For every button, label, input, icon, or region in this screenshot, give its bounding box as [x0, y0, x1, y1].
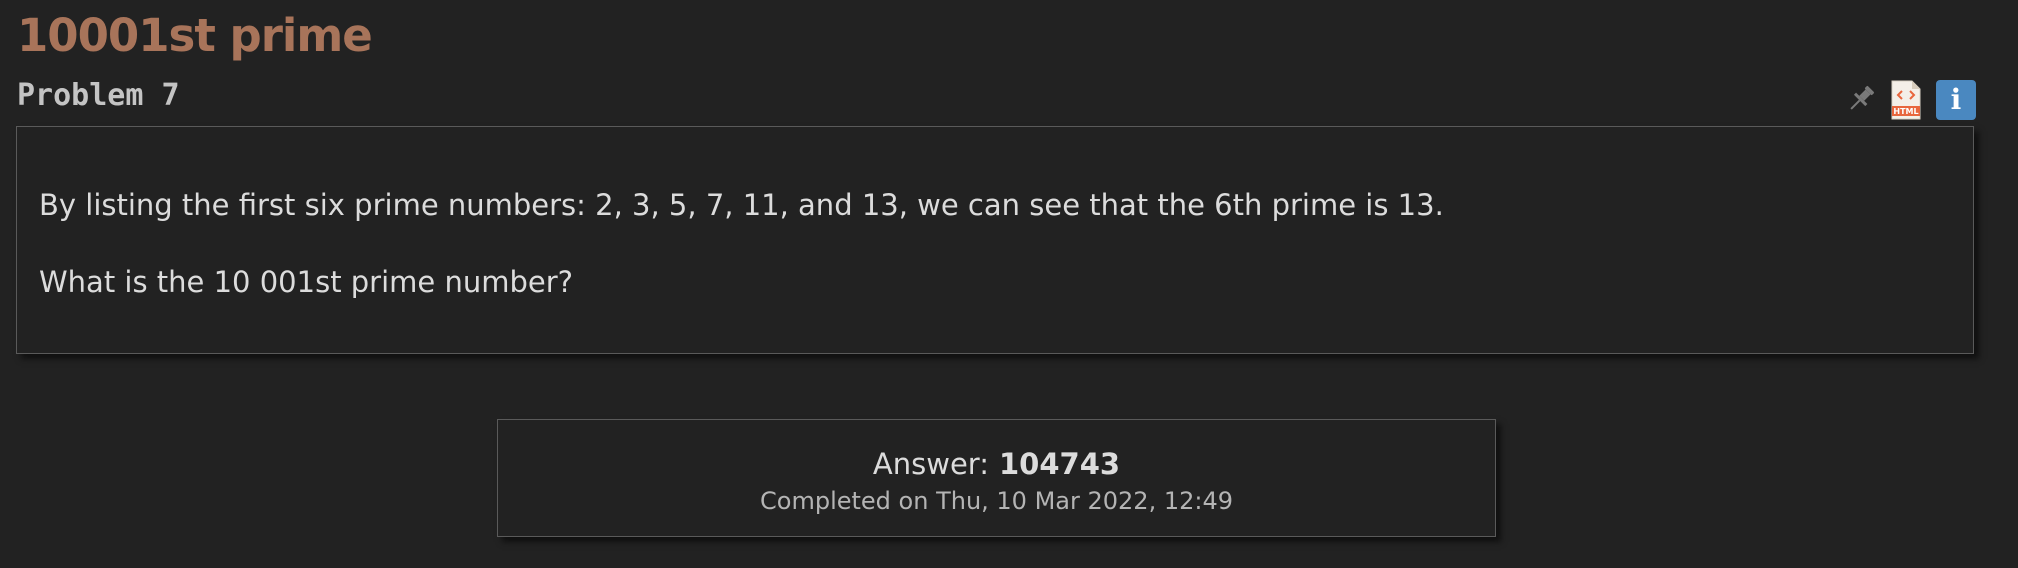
html-file-icon[interactable]: HTML: [1890, 80, 1922, 120]
answer-panel: Answer: 104743 Completed on Thu, 10 Mar 2…: [497, 419, 1496, 537]
answer-line: Answer: 104743: [498, 446, 1495, 482]
problem-title: 10001st prime: [17, 9, 373, 62]
answer-label: Answer:: [872, 447, 989, 481]
info-icon[interactable]: i: [1936, 80, 1976, 120]
problem-toolbar: HTML i: [1844, 80, 1978, 120]
problem-paragraph: By listing the first six prime numbers: …: [39, 188, 1444, 222]
answer-value: 104743: [999, 447, 1121, 481]
html-badge-text: HTML: [1893, 107, 1918, 116]
completed-timestamp: Completed on Thu, 10 Mar 2022, 12:49: [760, 487, 1233, 515]
pin-icon[interactable]: [1844, 82, 1878, 116]
problem-paragraph: What is the 10 001st prime number?: [39, 265, 574, 299]
problem-content: By listing the first six prime numbers: …: [16, 126, 1974, 354]
problem-number-label: Problem 7: [17, 78, 180, 113]
